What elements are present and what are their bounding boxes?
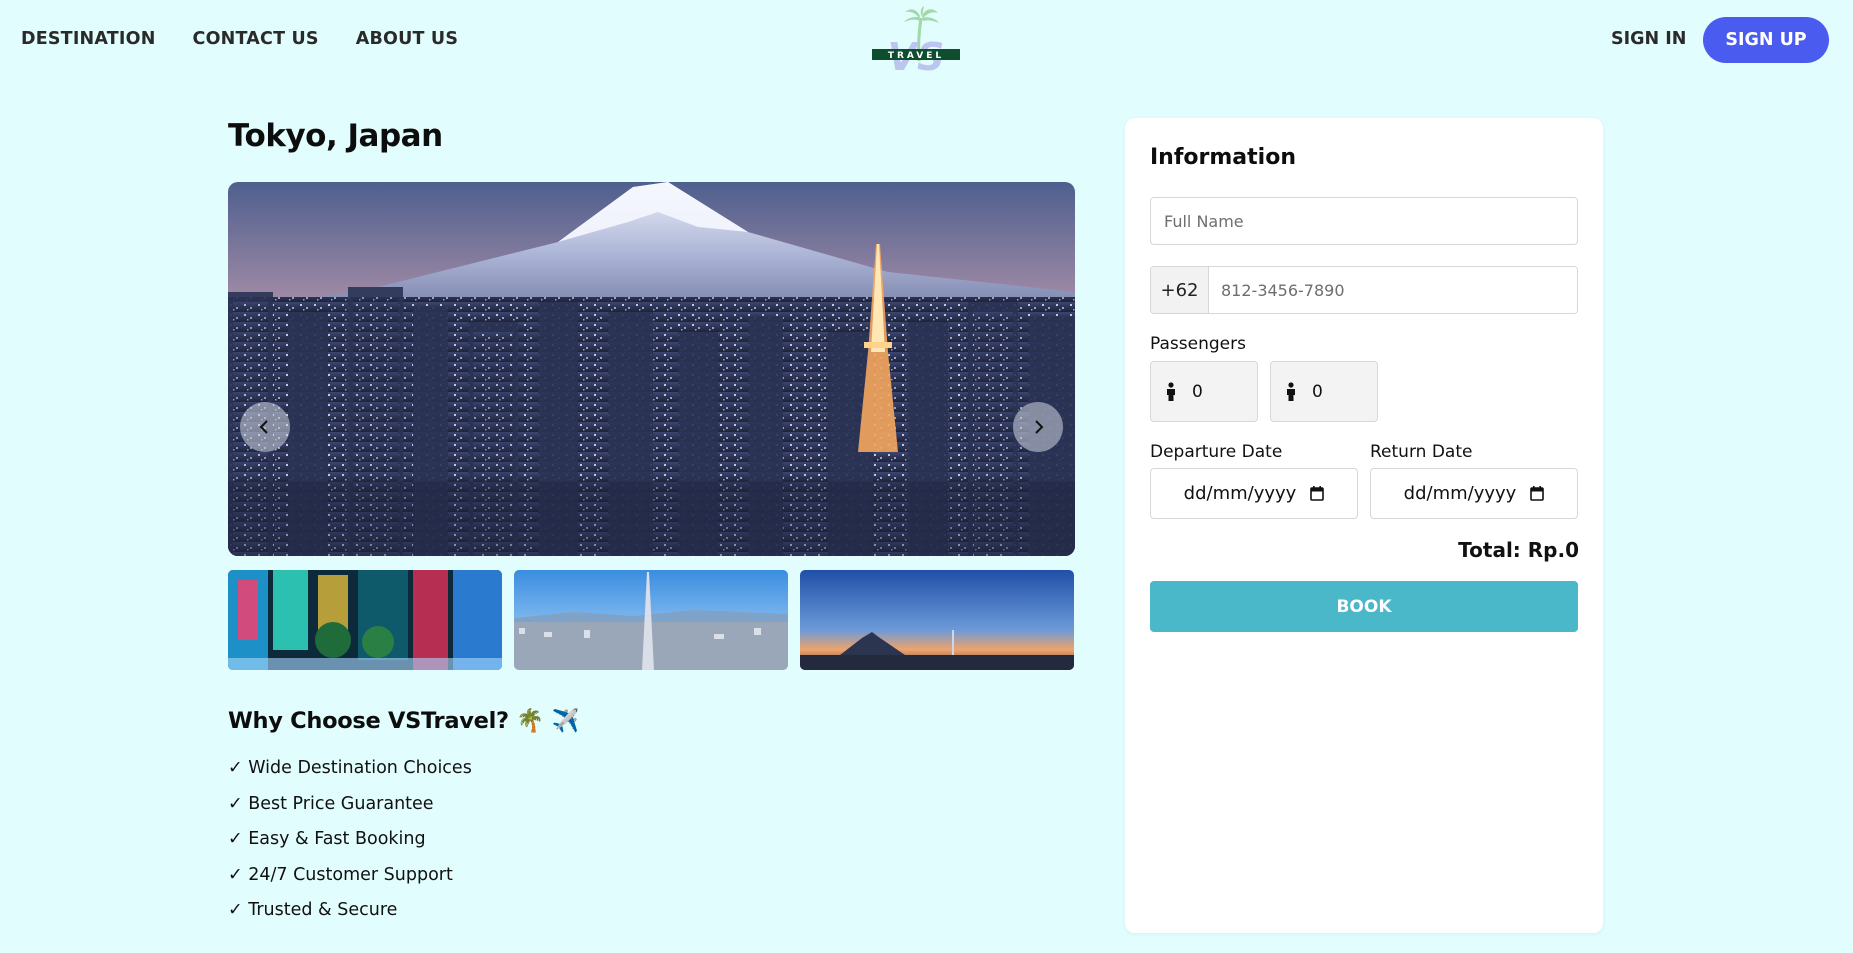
person-icon	[1167, 381, 1175, 401]
fullname-input[interactable]	[1150, 197, 1578, 245]
phone-field: +62	[1150, 266, 1578, 314]
book-button[interactable]: BOOK	[1150, 581, 1578, 632]
carousel-next-button[interactable]	[1013, 402, 1063, 452]
nav-about-us[interactable]: ABOUT US	[356, 29, 458, 49]
list-item: ✓ Easy & Fast Booking	[228, 829, 426, 849]
carousel-prev-button[interactable]	[240, 402, 290, 452]
chevron-left-icon	[259, 420, 268, 434]
nav-contact-us[interactable]: CONTACT US	[193, 29, 319, 49]
signup-button[interactable]: SIGN UP	[1703, 17, 1829, 63]
destination-title: Tokyo, Japan	[228, 118, 443, 154]
thumbnail-skytree[interactable]	[514, 570, 788, 670]
adult-count: 0	[1192, 381, 1203, 402]
list-item: ✓ Trusted & Secure	[228, 900, 398, 920]
calendar-icon	[1310, 486, 1325, 501]
list-item: ✓ Best Price Guarantee	[228, 793, 434, 814]
child-passenger-input[interactable]: 0	[1270, 361, 1378, 422]
date-placeholder: dd/mm/yyyy	[1183, 483, 1297, 504]
why-choose-title: Why Choose VSTravel? 🌴 ✈️	[228, 708, 580, 734]
phone-input[interactable]	[1209, 267, 1577, 313]
thumbnail-shinjuku[interactable]	[228, 570, 502, 670]
nav-destination[interactable]: DESTINATION	[21, 29, 156, 49]
calendar-icon	[1530, 486, 1545, 501]
departure-date-input[interactable]: dd/mm/yyyy	[1150, 468, 1358, 519]
chevron-right-icon	[1035, 420, 1044, 434]
child-count: 0	[1312, 381, 1323, 402]
person-icon	[1287, 381, 1295, 401]
departure-date-label: Departure Date	[1150, 442, 1283, 462]
panel-title: Information	[1150, 145, 1296, 170]
list-item: ✓ Wide Destination Choices	[228, 758, 472, 778]
return-date-label: Return Date	[1370, 442, 1473, 462]
vstravel-logo[interactable]: VS TRAVEL	[872, 6, 960, 76]
passengers-label: Passengers	[1150, 334, 1246, 354]
adult-passenger-input[interactable]: 0	[1150, 361, 1258, 422]
return-date-input[interactable]: dd/mm/yyyy	[1370, 468, 1578, 519]
phone-prefix: +62	[1151, 267, 1209, 313]
svg-text:TRAVEL: TRAVEL	[888, 51, 944, 61]
date-placeholder: dd/mm/yyyy	[1403, 483, 1517, 504]
thumbnail-fuji-sunset[interactable]	[800, 570, 1074, 670]
main-image-tokyo	[228, 182, 1075, 556]
nav-links: DESTINATION CONTACT US ABOUT US	[21, 29, 458, 49]
signin-link[interactable]: SIGN IN	[1611, 29, 1686, 49]
list-item: ✓ 24/7 Customer Support	[228, 864, 453, 885]
why-choose-list: ✓ Wide Destination Choices ✓ Best Price …	[228, 757, 472, 935]
tokyo-night-image	[228, 182, 1075, 556]
total-price: Total: Rp.0	[1458, 538, 1579, 562]
booking-panel: Information +62 Passengers 0 0 Departure…	[1125, 118, 1603, 933]
navbar: DESTINATION CONTACT US ABOUT US VS TRAVE…	[0, 0, 1853, 82]
